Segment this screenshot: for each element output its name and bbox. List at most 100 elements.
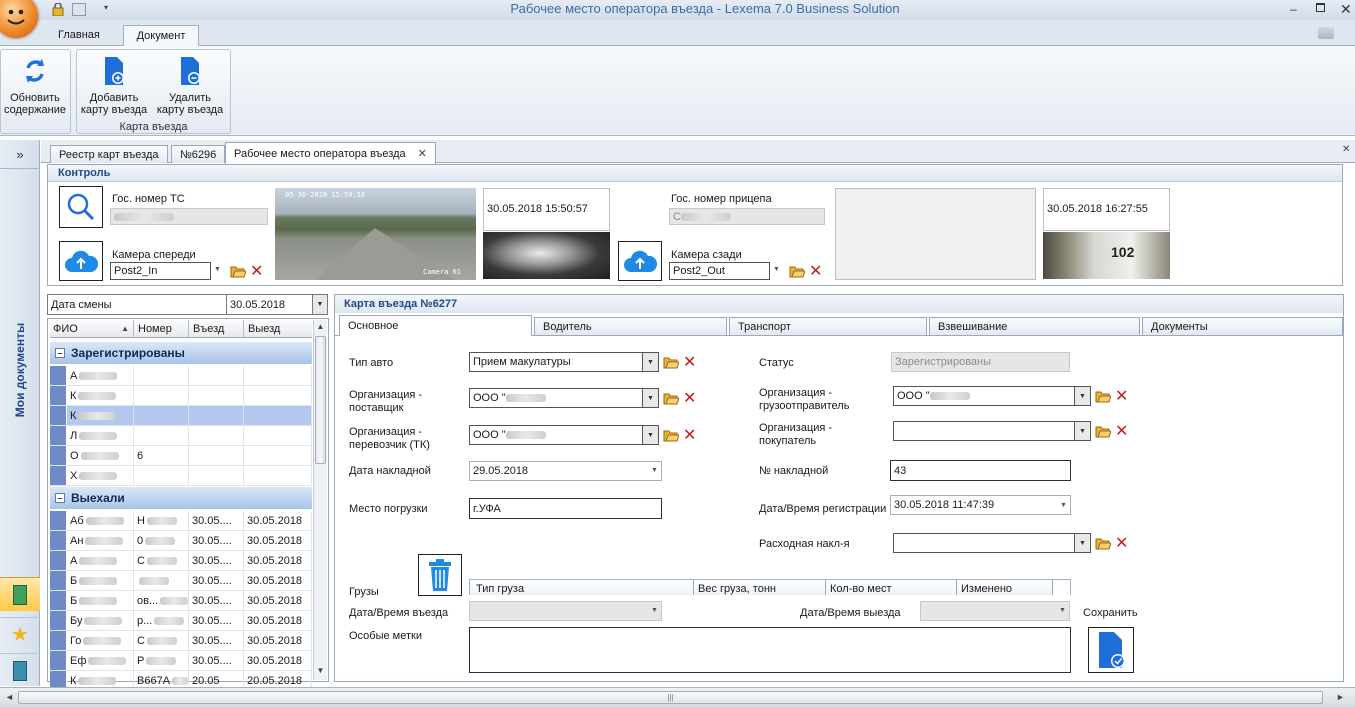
ribbon-help-icon[interactable] [1318,27,1334,39]
table-row[interactable]: О6 [50,446,312,466]
ribbon-tab-document[interactable]: Документ [123,25,199,47]
close-button[interactable]: ✕ [1340,1,1352,18]
save-button[interactable] [1088,627,1134,673]
buyer-folder-icon[interactable] [1095,424,1111,438]
col-entry[interactable]: Въезд [189,320,244,337]
entry-time-input[interactable] [469,601,662,621]
shipper-select[interactable]: ООО " [893,386,1075,406]
card-tab-transport[interactable]: Транспорт [729,317,927,335]
side-my-documents[interactable]: Мои документы [6,300,34,440]
auto-type-folder-icon[interactable] [663,355,679,369]
registration-dropdown-icon[interactable]: ▼ [1060,502,1067,509]
card-tab-driver[interactable]: Водитель [534,317,727,335]
panel-close-icon[interactable]: ✕ [1342,144,1350,155]
table-row[interactable]: Го С 30.05.... 30.05.2018 [50,631,312,651]
shipper-folder-icon[interactable] [1095,389,1111,403]
buyer-select[interactable] [893,421,1075,441]
scroll-thumb[interactable] [315,336,326,464]
minimize-button[interactable]: – [1290,2,1297,16]
auto-type-clear-icon[interactable]: ✕ [683,354,696,370]
card-tab-documents[interactable]: Документы [1142,317,1343,335]
delete-cargo-button[interactable] [418,554,462,596]
front-cam-clear-icon[interactable]: ✕ [250,263,263,279]
entry-time-dropdown-icon[interactable]: ▼ [651,607,658,614]
side-expand-button[interactable]: » [0,143,40,169]
auto-type-dropdown[interactable]: ▼ [643,352,659,372]
delete-card-button[interactable]: Удалить карту въезда [153,56,227,116]
table-row[interactable]: А С 30.05.... 30.05.2018 [50,551,312,571]
carrier-dropdown[interactable]: ▼ [643,425,659,445]
card-tab-weighing[interactable]: Взвешивание [929,317,1140,335]
waybill-no-input[interactable]: 43 [890,460,1071,481]
col-fio[interactable]: ФИО ▲ [50,320,134,337]
table-row[interactable]: Аб Н 30.05.... 30.05.2018 [50,511,312,531]
side-nav-exit[interactable] [0,577,40,611]
buyer-dropdown[interactable]: ▼ [1075,421,1091,441]
shipper-dropdown[interactable]: ▼ [1075,386,1091,406]
front-cam-dropdown-icon[interactable]: ▼ [214,266,221,273]
supplier-clear-icon[interactable]: ✕ [683,390,696,406]
group-departed[interactable]: – Выехали [50,487,312,509]
horizontal-scrollbar[interactable]: ◄ ||| ► [0,687,1355,707]
auto-type-select[interactable]: Прием макулатуры [469,352,643,372]
refresh-button[interactable]: Обновить содержание [3,56,67,116]
waybill-date-dropdown-icon[interactable]: ▼ [651,467,658,474]
tab-close-icon[interactable]: ✕ [418,147,427,160]
collapse-icon[interactable]: – [55,348,65,358]
side-nav-documents[interactable] [0,653,40,687]
marks-textarea[interactable] [469,627,1071,673]
table-row[interactable]: Б 30.05.... 30.05.2018 [50,571,312,591]
search-plate-button[interactable] [59,186,103,228]
supplier-folder-icon[interactable] [663,391,679,405]
exit-time-dropdown-icon[interactable]: ▼ [1059,607,1066,614]
grid-scrollbar[interactable]: ▲ ▼ [313,320,327,680]
exit-time-input[interactable] [920,601,1070,621]
table-row[interactable]: Х [50,466,312,486]
expense-select[interactable] [893,533,1075,553]
col-exit[interactable]: Выезд [244,320,312,337]
collapse-icon[interactable]: – [55,493,65,503]
carrier-folder-icon[interactable] [663,428,679,442]
scroll-right-icon[interactable]: ► [1336,692,1345,702]
front-cam-folder-icon[interactable] [230,264,246,278]
scroll-up-icon[interactable]: ▲ [314,322,327,331]
rear-cam-dropdown-icon[interactable]: ▼ [773,266,780,273]
table-row[interactable]: Л [50,426,312,446]
doc-tab-registry[interactable]: Реестр карт въезда [50,145,168,163]
cargo-col-weight[interactable]: Вес груза, тонн [694,580,826,595]
expense-dropdown[interactable]: ▼ [1075,533,1091,553]
add-card-button[interactable]: Добавить карту въезда [77,56,151,116]
doc-tab-operator[interactable]: Рабочее место оператора въезда ✕ [225,142,436,164]
table-row[interactable]: А [50,366,312,386]
registration-input[interactable]: 30.05.2018 11:47:39 [890,495,1071,515]
rear-cam-folder-icon[interactable] [789,264,805,278]
carrier-clear-icon[interactable]: ✕ [683,427,696,443]
loading-place-input[interactable]: г.УФА [469,498,662,519]
ribbon-tab-main[interactable]: Главная [58,29,100,41]
rear-cam-select[interactable]: Post2_Out [669,262,770,280]
rear-cam-clear-icon[interactable]: ✕ [809,263,822,279]
scroll-down-icon[interactable]: ▼ [314,666,327,675]
table-row[interactable]: Ан 0 30.05.... 30.05.2018 [50,531,312,551]
shipper-clear-icon[interactable]: ✕ [1115,388,1128,404]
scroll-left-icon[interactable]: ◄ [5,692,14,702]
card-tab-main[interactable]: Основное [339,315,532,336]
shift-date-input[interactable]: 30.05.2018 [226,294,314,315]
table-row[interactable]: К [50,406,312,426]
col-number[interactable]: Номер [134,320,189,337]
buyer-clear-icon[interactable]: ✕ [1115,423,1128,439]
table-row[interactable]: Еф Р 30.05.... 30.05.2018 [50,651,312,671]
upload-front-button[interactable] [59,241,103,281]
table-row[interactable]: Бов... 30.05.... 30.05.2018 [50,591,312,611]
side-nav-favorites[interactable]: ★ [0,617,40,651]
shift-date-dropdown[interactable]: ▼ [312,294,328,315]
cargo-col-changed[interactable]: Изменено [957,580,1053,595]
app-orb-icon[interactable] [0,0,38,38]
maximize-button[interactable] [1316,3,1325,12]
front-cam-select[interactable]: Post2_In [110,262,211,280]
supplier-dropdown[interactable]: ▼ [643,388,659,408]
upload-rear-button[interactable] [618,241,662,281]
expense-folder-icon[interactable] [1095,536,1111,550]
group-registered[interactable]: – Зарегистрированы [50,342,312,364]
cargo-col-type[interactable]: Тип груза [470,580,694,595]
